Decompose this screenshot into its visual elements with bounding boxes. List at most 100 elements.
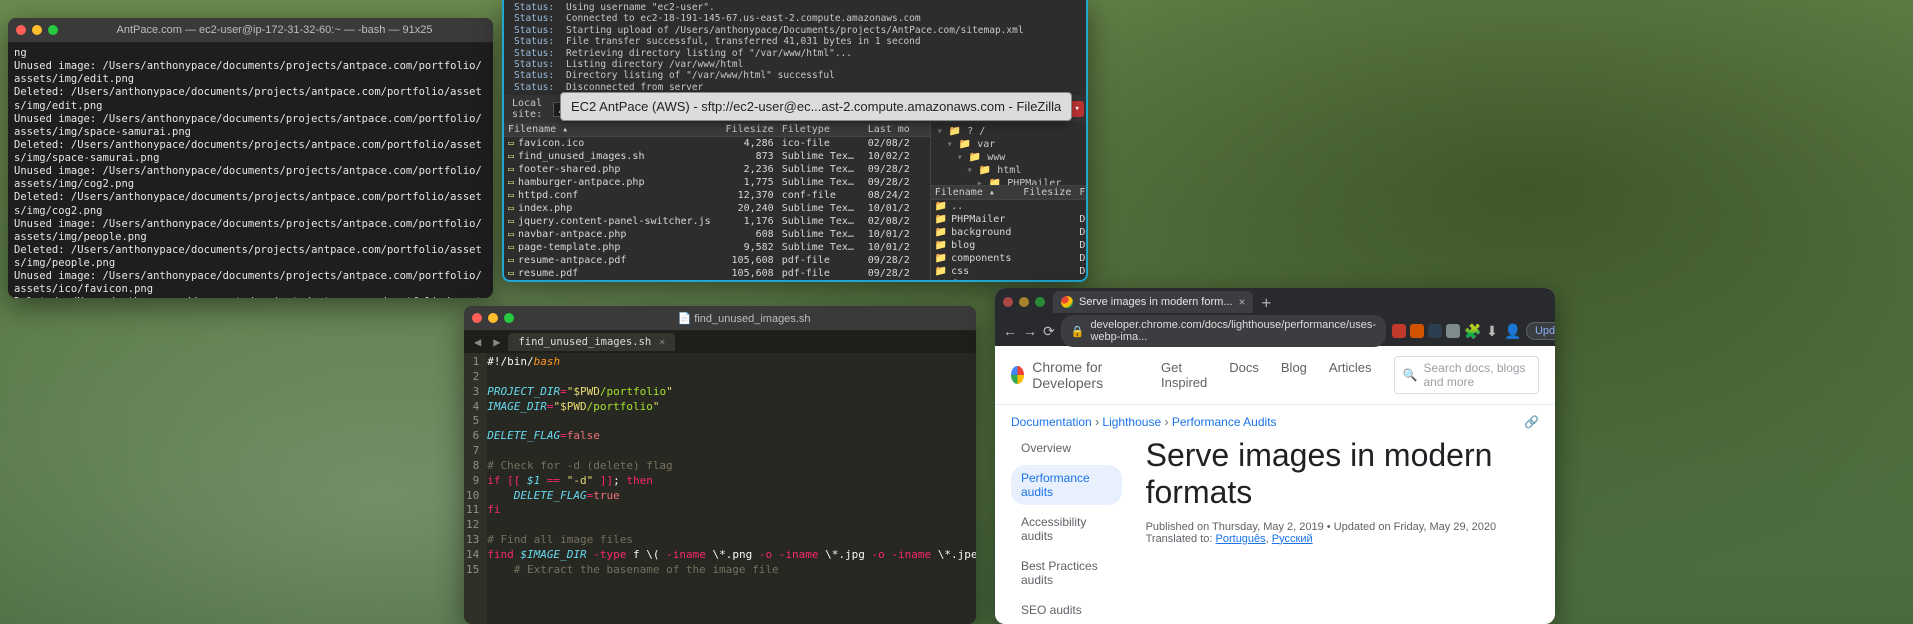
tab-close-icon[interactable]: × (1238, 295, 1245, 309)
minimize-icon[interactable] (32, 25, 42, 35)
col-filesize[interactable]: Filesize (1015, 186, 1075, 199)
profile-icon[interactable]: 👤 (1504, 323, 1520, 340)
chrome-window[interactable]: Serve images in modern form... × + ← → ⟳… (995, 288, 1555, 624)
breadcrumb-link[interactable]: Performance Audits (1172, 415, 1277, 429)
sublime-titlebar[interactable]: 📄 find_unused_images.sh (464, 306, 976, 331)
file-row[interactable]: ▭httpd.conf 12,370 conf-file 08/24/2 (504, 189, 930, 202)
remote-tree[interactable]: 📁 ? /📁 var📁 www📁 html📁 PHPMailer📁 backgr… (931, 123, 1088, 186)
forward-icon[interactable]: ▶ (489, 335, 504, 349)
minimize-icon[interactable] (1019, 297, 1029, 307)
col-filetype[interactable]: Filetype (778, 123, 864, 136)
remote-file-list[interactable]: Filename ▴ Filesize Filetype Last modifi… (931, 186, 1088, 282)
share-icon[interactable]: 🔗 (1524, 415, 1539, 429)
favicon-icon (1061, 296, 1073, 308)
chrome-tabbar[interactable]: Serve images in modern form... × + (995, 288, 1555, 316)
terminal-window[interactable]: AntPace.com — ec2-user@ip-172-31-32-60:~… (8, 18, 493, 298)
tree-node[interactable]: 📁 html (937, 164, 1088, 177)
code-editor[interactable]: #!/bin/bash PROJECT_DIR="$PWD/portfolio"… (487, 353, 976, 624)
nav-link[interactable]: Get Inspired (1161, 360, 1207, 390)
nav-link[interactable]: Articles (1329, 360, 1372, 390)
terminal-titlebar[interactable]: AntPace.com — ec2-user@ip-172-31-32-60:~… (8, 18, 493, 43)
address-bar[interactable]: 🔒 developer.chrome.com/docs/lighthouse/p… (1061, 315, 1386, 347)
extension-icon[interactable] (1392, 324, 1406, 338)
file-row[interactable]: 📁background Directory 06/21/2021 0... (931, 226, 1088, 239)
site-search[interactable]: 🔍 Search docs, blogs and more (1394, 356, 1539, 394)
file-row[interactable]: 📁css Directory 04/13/2020 0... (931, 265, 1088, 278)
sublime-tabbar[interactable]: ◀ ▶ find_unused_images.sh × (464, 331, 976, 353)
file-row[interactable]: ▭page-template.php 9,582 Sublime Text ..… (504, 241, 930, 254)
close-icon[interactable] (472, 313, 482, 323)
extensions-menu-icon[interactable]: 🧩 (1464, 323, 1480, 340)
site-logo[interactable]: Chrome for Developers (1011, 359, 1139, 391)
breadcrumb-link[interactable]: Lighthouse (1102, 415, 1161, 429)
file-row[interactable]: 📁.. (931, 200, 1088, 213)
filezilla-tooltip: EC2 AntPace (AWS) - sftp://ec2-user@ec..… (560, 92, 1072, 121)
col-filetype[interactable]: Filetype (1075, 186, 1088, 199)
maximize-icon[interactable] (48, 25, 58, 35)
sublime-window[interactable]: 📄 find_unused_images.sh ◀ ▶ find_unused_… (464, 306, 976, 624)
remote-site-dropdown-icon[interactable]: ▾ (1070, 101, 1084, 117)
col-lastmod[interactable]: Last mo (864, 123, 930, 136)
sidebar-item[interactable]: SEO audits (1011, 597, 1122, 623)
file-row[interactable]: ▭navbar-antpace.php 608 Sublime Text ...… (504, 228, 930, 241)
extension-icon[interactable] (1428, 324, 1442, 338)
sidebar-item[interactable]: Accessibility audits (1011, 509, 1122, 549)
tree-node[interactable]: 📁 PHPMailer (937, 177, 1088, 186)
file-row[interactable]: ▭favicon.ico 4,286 ico-file 02/08/2 (504, 137, 930, 150)
extensions[interactable]: 🧩 ⬇ 👤 (1392, 323, 1520, 340)
line-gutter[interactable]: 123456789101112131415 (464, 353, 487, 624)
back-icon[interactable]: ← (1003, 323, 1017, 339)
terminal-output[interactable]: ng Unused image: /Users/anthonypace/docu… (8, 43, 493, 298)
file-row[interactable]: 📁blog Directory 05/20/2023 1... (931, 239, 1088, 252)
file-row[interactable]: ▭sitemap.xml 41,031 Sublime Text ... 10/… (504, 280, 930, 282)
maximize-icon[interactable] (1035, 297, 1045, 307)
file-row[interactable]: ▭hamburger-antpace.php 1,775 Sublime Tex… (504, 176, 930, 189)
local-file-list[interactable]: Filename ▴ Filesize Filetype Last mo ▭fa… (504, 123, 930, 282)
page-title: Serve images in modern formats (1146, 437, 1539, 511)
file-row[interactable]: ▭footer-shared.php 2,236 Sublime Text ..… (504, 163, 930, 176)
nav-link[interactable]: Docs (1229, 360, 1259, 390)
new-tab-icon[interactable]: + (1261, 293, 1271, 312)
file-row[interactable]: 📁fonts Directory 07/03/2018 1... (931, 278, 1088, 282)
close-icon[interactable] (16, 25, 26, 35)
file-row[interactable]: ▭jquery.content-panel-switcher.js 1,176 … (504, 215, 930, 228)
file-row[interactable]: 📁components Directory 09/28/2023 2... (931, 252, 1088, 265)
tab-file[interactable]: find_unused_images.sh × (508, 333, 675, 351)
chrome-page[interactable]: Chrome for Developers Get Inspired Docs Bl… (995, 346, 1555, 624)
browser-tab[interactable]: Serve images in modern form... × (1053, 291, 1253, 313)
col-filesize[interactable]: Filesize (715, 123, 778, 136)
translation-link[interactable]: Português (1216, 533, 1266, 545)
filezilla-window[interactable]: Status:Using username "ec2-user".Status:… (502, 0, 1088, 282)
file-row[interactable]: ▭resume-antpace.pdf 105,608 pdf-file 09/… (504, 254, 930, 267)
sidebar-item[interactable]: Overview (1011, 435, 1122, 461)
tree-node[interactable]: 📁 www (937, 151, 1088, 164)
breadcrumb-link[interactable]: Documentation (1011, 415, 1092, 429)
file-row[interactable]: ▭find_unused_images.sh 873 Sublime Text … (504, 150, 930, 163)
col-filename[interactable]: Filename ▴ (504, 123, 715, 136)
file-row[interactable]: ▭index.php 20,240 Sublime Text ... 10/01… (504, 202, 930, 215)
update-button[interactable]: Update (1526, 322, 1555, 340)
translation-link[interactable]: Русский (1272, 533, 1313, 545)
back-icon[interactable]: ◀ (470, 335, 485, 349)
window-controls[interactable] (16, 25, 58, 35)
col-filename[interactable]: Filename ▴ (931, 186, 1016, 199)
tree-node[interactable]: 📁 ? / (937, 125, 1088, 138)
filezilla-log[interactable]: Status:Using username "ec2-user".Status:… (504, 0, 1086, 95)
reload-icon[interactable]: ⟳ (1043, 323, 1055, 340)
sidebar-item[interactable]: Best Practices audits (1011, 553, 1122, 593)
tree-node[interactable]: 📁 var (937, 138, 1088, 151)
maximize-icon[interactable] (504, 313, 514, 323)
close-icon[interactable] (1003, 297, 1013, 307)
extension-icon[interactable] (1410, 324, 1424, 338)
minimize-icon[interactable] (488, 313, 498, 323)
window-controls[interactable] (472, 313, 514, 323)
file-row[interactable]: ▭resume.pdf 105,608 pdf-file 09/28/2 (504, 267, 930, 280)
extension-icon[interactable] (1446, 324, 1460, 338)
sidebar-item[interactable]: Performance audits (1011, 465, 1122, 505)
nav-link[interactable]: Blog (1281, 360, 1307, 390)
tab-close-icon[interactable]: × (659, 337, 665, 348)
window-controls[interactable] (1003, 297, 1045, 307)
file-row[interactable]: 📁PHPMailer Directory 01/19/2020 1... (931, 213, 1088, 226)
forward-icon[interactable]: → (1023, 323, 1037, 339)
download-icon[interactable]: ⬇ (1484, 323, 1500, 340)
